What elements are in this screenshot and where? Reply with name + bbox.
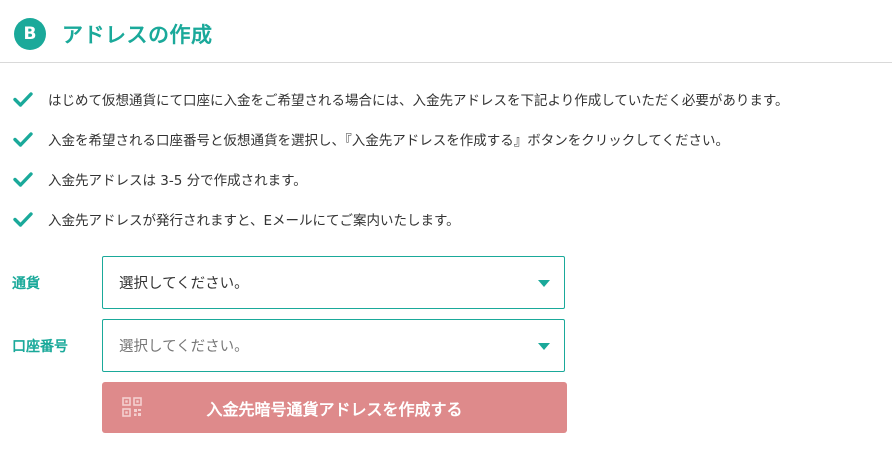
header-divider <box>0 62 892 63</box>
page-header: B アドレスの作成 <box>14 18 213 50</box>
qr-code-icon <box>122 397 142 417</box>
currency-select-value: 選択してください。 <box>119 276 249 292</box>
account-number-select-value: 選択してください。 <box>119 339 249 355</box>
instruction-list: はじめて仮想通貨にて口座に入金をご希望される場合には、入金先アドレスを下記より作… <box>12 84 887 244</box>
create-address-page: B アドレスの作成 はじめて仮想通貨にて口座に入金をご希望される場合には、入金先… <box>0 0 892 457</box>
instruction-text: はじめて仮想通貨にて口座に入金をご希望される場合には、入金先アドレスを下記より作… <box>48 93 789 109</box>
instruction-text: 入金先アドレスが発行されますと、Eメールにてご案内いたします。 <box>48 213 460 229</box>
instruction-item: はじめて仮想通貨にて口座に入金をご希望される場合には、入金先アドレスを下記より作… <box>12 84 887 114</box>
currency-field-row: 通貨 選択してください。 <box>12 256 565 309</box>
account-field-row: 口座番号 選択してください。 <box>12 319 565 372</box>
instruction-item: 入金先アドレスが発行されますと、Eメールにてご案内いたします。 <box>12 204 887 234</box>
instruction-item: 入金先アドレスは 3-5 分で作成されます。 <box>12 164 887 194</box>
chevron-down-icon <box>538 342 550 350</box>
check-icon <box>13 212 33 227</box>
bitcoin-icon: B <box>14 18 46 50</box>
create-deposit-address-label: 入金先暗号通貨アドレスを作成する <box>206 399 463 419</box>
check-icon <box>13 172 33 187</box>
check-icon <box>13 132 33 147</box>
instruction-text: 入金を希望される口座番号と仮想通貨を選択し、『入金先アドレスを作成する』ボタンを… <box>48 133 729 149</box>
create-deposit-address-button[interactable]: 入金先暗号通貨アドレスを作成する <box>102 382 567 433</box>
bitcoin-symbol: B <box>23 24 37 44</box>
currency-label: 通貨 <box>12 275 40 292</box>
page-title: アドレスの作成 <box>62 23 213 47</box>
account-number-select[interactable]: 選択してください。 <box>102 319 565 372</box>
instruction-item: 入金を希望される口座番号と仮想通貨を選択し、『入金先アドレスを作成する』ボタンを… <box>12 124 887 154</box>
currency-select[interactable]: 選択してください。 <box>102 256 565 309</box>
account-number-label: 口座番号 <box>12 338 68 355</box>
instruction-text: 入金先アドレスは 3-5 分で作成されます。 <box>48 173 307 189</box>
chevron-down-icon <box>538 279 550 287</box>
check-icon <box>13 92 33 107</box>
